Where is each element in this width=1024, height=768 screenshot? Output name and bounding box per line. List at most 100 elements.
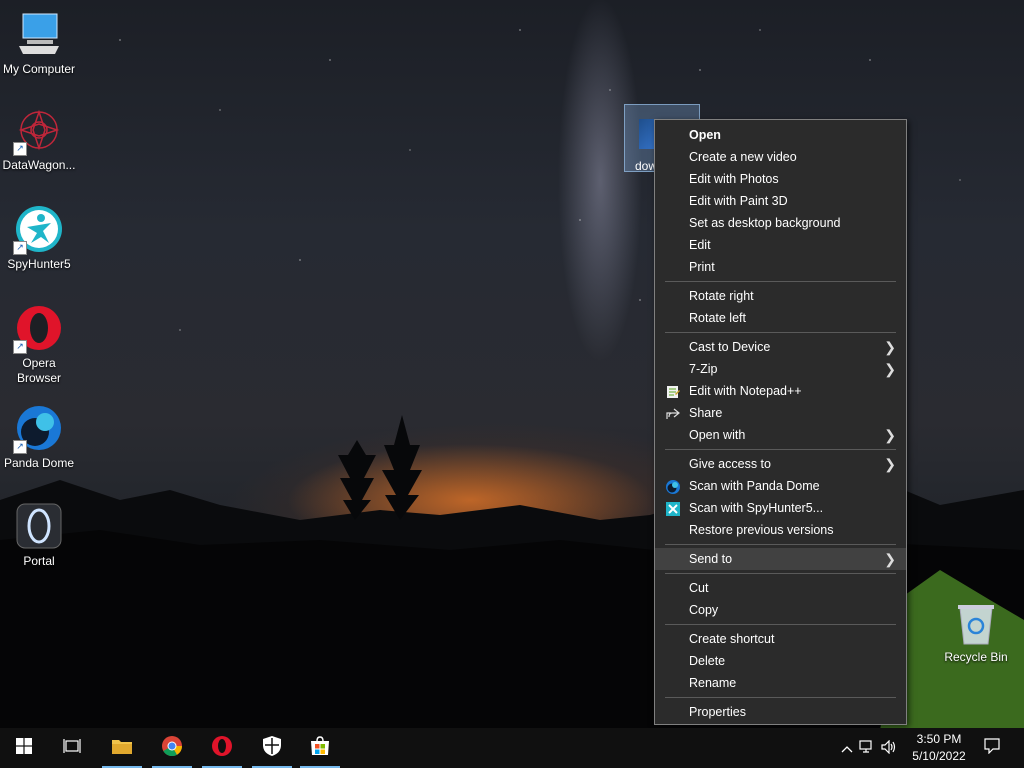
menu-item-label: Give access to (689, 457, 771, 471)
chevron-up-icon[interactable] (838, 741, 856, 756)
chevron-right-icon: ❯ (884, 427, 896, 443)
menu-item-label: Cast to Device (689, 340, 771, 354)
chrome-icon (161, 735, 183, 762)
recycle-bin-label: Recycle Bin (944, 650, 1008, 664)
menu-item-properties[interactable]: Properties (655, 701, 906, 723)
desktop-icon-my-computer[interactable]: My Computer (1, 10, 77, 77)
menu-item-edit-with-photos[interactable]: Edit with Photos (655, 168, 906, 190)
taskbar: 3:50 PM 5/10/2022 (0, 728, 1024, 768)
desktop-icon-label: My Computer (2, 62, 76, 76)
menu-item-open[interactable]: Open (655, 124, 906, 146)
start-button[interactable] (0, 728, 48, 768)
menu-item-label: Cut (689, 581, 709, 595)
desktop-icon-datawagon[interactable]: ↗ DataWagon... (1, 106, 77, 173)
menu-item-label: Rename (689, 676, 737, 690)
menu-item-label: Share (689, 406, 723, 420)
menu-item-label: Set as desktop background (689, 216, 841, 230)
taskbar-clock[interactable]: 3:50 PM 5/10/2022 (906, 731, 972, 765)
menu-item-cast-to-device[interactable]: Cast to Device ❯ (655, 336, 906, 358)
chevron-right-icon: ❯ (884, 339, 896, 355)
menu-item-print[interactable]: Print (655, 256, 906, 278)
menu-item-label: Scan with Panda Dome (689, 479, 820, 493)
menu-item-label: Delete (689, 654, 726, 668)
menu-separator (665, 697, 896, 698)
menu-item-share[interactable]: Share (655, 402, 906, 424)
menu-item-scan-with-spyhunter[interactable]: Scan with SpyHunter5... (655, 497, 906, 519)
portal-icon (15, 502, 63, 550)
menu-item-label: Edit with Paint 3D (689, 194, 788, 208)
menu-item-open-with[interactable]: Open with ❯ (655, 424, 906, 446)
action-center-button[interactable] (974, 728, 1010, 768)
menu-item-label: Properties (689, 705, 746, 719)
spyhunter-icon: ↗ (13, 205, 63, 255)
menu-item-label: Scan with SpyHunter5... (689, 501, 824, 515)
menu-item-label: Create a new video (689, 150, 797, 164)
menu-item-scan-with-panda-dome[interactable]: Scan with Panda Dome (655, 475, 906, 497)
desktop-icon-spyhunter5[interactable]: ↗ SpyHunter5 (1, 205, 77, 272)
menu-item-send-to[interactable]: Send to ❯ (655, 548, 906, 570)
menu-item-label: Create shortcut (689, 632, 775, 646)
menu-item-label: Edit with Photos (689, 172, 779, 186)
menu-item-label: Rotate right (689, 289, 754, 303)
menu-item-create-shortcut[interactable]: Create shortcut (655, 628, 906, 650)
share-icon (666, 406, 680, 420)
file-explorer-icon (111, 737, 133, 760)
my-computer-icon (15, 10, 63, 58)
menu-item-edit-with-paint-3d[interactable]: Edit with Paint 3D (655, 190, 906, 212)
menu-item-rename[interactable]: Rename (655, 672, 906, 694)
desktop-icon-portal[interactable]: Portal (1, 502, 77, 569)
menu-item-cut[interactable]: Cut (655, 577, 906, 599)
opera-icon (211, 735, 233, 762)
desktop-icon-recycle-bin[interactable]: Recycle Bin (940, 602, 1012, 664)
menu-item-edit[interactable]: Edit (655, 234, 906, 256)
panda-dome-icon: ↗ (13, 404, 63, 454)
menu-item-restore-previous-versions[interactable]: Restore previous versions (655, 519, 906, 541)
menu-separator (665, 624, 896, 625)
volume-icon[interactable] (878, 739, 900, 757)
windows-start-icon (16, 737, 32, 759)
desktop-icon-label: Opera Browser (16, 356, 61, 385)
notification-icon (984, 737, 1000, 759)
desktop-icon-label: DataWagon... (2, 158, 76, 172)
menu-item-give-access-to[interactable]: Give access to ❯ (655, 453, 906, 475)
menu-item-edit-with-notepad-plus-plus[interactable]: Edit with Notepad++ (655, 380, 906, 402)
task-view-icon (63, 738, 81, 759)
datawagon-icon: ↗ (13, 106, 63, 156)
menu-item-label: Edit (689, 238, 711, 252)
context-menu: Open Create a new video Edit with Photos… (654, 119, 907, 725)
menu-item-label: Print (689, 260, 715, 274)
chevron-right-icon: ❯ (884, 361, 896, 377)
desktop-icon-label: SpyHunter5 (7, 257, 71, 271)
menu-item-label: Copy (689, 603, 719, 617)
notepad-plus-plus-icon (666, 384, 680, 398)
menu-item-create-new-video[interactable]: Create a new video (655, 146, 906, 168)
chevron-right-icon: ❯ (884, 456, 896, 472)
shortcut-arrow-icon: ↗ (13, 142, 27, 156)
menu-item-7-zip[interactable]: 7-Zip ❯ (655, 358, 906, 380)
menu-item-rotate-right[interactable]: Rotate right (655, 285, 906, 307)
menu-separator (665, 573, 896, 574)
chevron-right-icon: ❯ (884, 551, 896, 567)
menu-item-set-desktop-background[interactable]: Set as desktop background (655, 212, 906, 234)
menu-item-label: Rotate left (689, 311, 746, 325)
menu-item-delete[interactable]: Delete (655, 650, 906, 672)
taskbar-file-explorer[interactable] (98, 728, 146, 768)
desktop-icon-opera[interactable]: ↗ Opera Browser (1, 304, 77, 386)
task-view-button[interactable] (48, 728, 96, 768)
menu-item-copy[interactable]: Copy (655, 599, 906, 621)
opera-icon: ↗ (13, 304, 63, 354)
desktop-icon-panda-dome[interactable]: ↗ Panda Dome (1, 404, 77, 471)
taskbar-windows-security[interactable] (248, 728, 296, 768)
menu-item-rotate-left[interactable]: Rotate left (655, 307, 906, 329)
menu-item-label: 7-Zip (689, 362, 718, 376)
taskbar-chrome[interactable] (148, 728, 196, 768)
menu-separator (665, 281, 896, 282)
menu-separator (665, 332, 896, 333)
system-tray (838, 728, 900, 768)
menu-item-label: Edit with Notepad++ (689, 384, 802, 398)
taskbar-microsoft-store[interactable] (296, 728, 344, 768)
menu-item-label: Restore previous versions (689, 523, 834, 537)
shortcut-arrow-icon: ↗ (13, 340, 27, 354)
network-icon[interactable] (856, 739, 878, 757)
taskbar-opera[interactable] (198, 728, 246, 768)
